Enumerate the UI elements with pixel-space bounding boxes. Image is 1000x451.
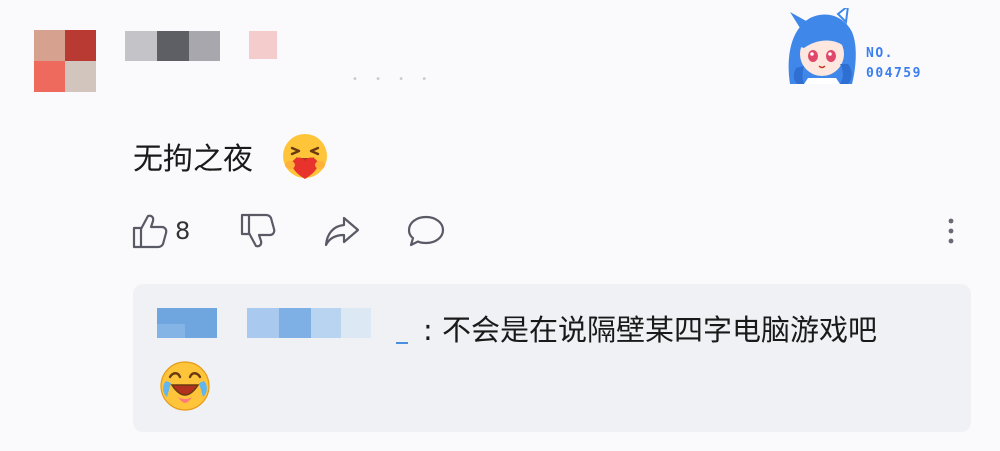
- reply-username-underline: [396, 342, 408, 344]
- user-level-badge-blurred: [249, 31, 277, 59]
- reply-text: : 不会是在说隔壁某四字电脑游戏吧: [423, 310, 877, 350]
- hugging-heart-emoji: [283, 134, 327, 179]
- laughing-cry-emoji: [160, 361, 210, 411]
- avatar[interactable]: [34, 30, 96, 92]
- reply-separator: :: [423, 313, 433, 347]
- thumbs-up-icon[interactable]: [130, 211, 170, 251]
- faint-dots: • • • •: [352, 74, 435, 85]
- like-count: 8: [175, 217, 191, 245]
- reply-username-blurred-2: [247, 308, 279, 338]
- thumbs-down-icon[interactable]: [238, 211, 278, 251]
- more-icon[interactable]: [941, 216, 961, 246]
- reply-username-blurred-4: [311, 308, 341, 338]
- username-blurred[interactable]: [125, 31, 220, 61]
- reply-username-blurred-3: [279, 308, 311, 338]
- reply-username-blurred-part: [157, 324, 185, 338]
- share-icon[interactable]: [322, 211, 362, 251]
- reply-message: 不会是在说隔壁某四字电脑游戏吧: [442, 313, 878, 347]
- fan-badge: NO. 004759: [782, 8, 942, 84]
- fan-number-value: 004759: [866, 66, 922, 81]
- reply-card[interactable]: : 不会是在说隔壁某四字电脑游戏吧: [133, 284, 971, 432]
- fan-number: NO. 004759: [866, 44, 922, 84]
- fan-number-label: NO.: [866, 46, 894, 61]
- comment-text: 无拘之夜: [133, 142, 253, 177]
- reply-username-blurred-5: [341, 308, 371, 338]
- comment-icon[interactable]: [406, 211, 446, 251]
- anime-character-icon: [788, 8, 856, 84]
